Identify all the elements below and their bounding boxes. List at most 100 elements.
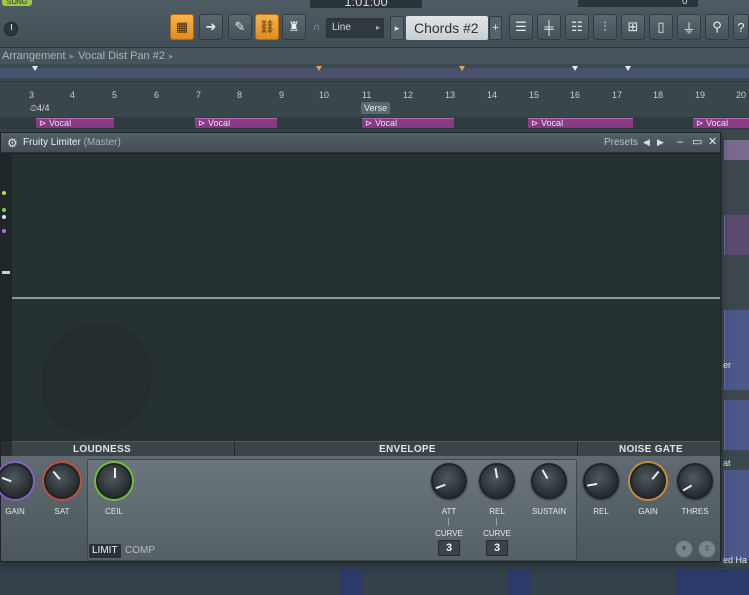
gate-release-knob[interactable]	[583, 463, 619, 499]
channel-rack-button[interactable]: ☷	[565, 14, 589, 40]
browser-button[interactable]: ⊞	[621, 14, 645, 40]
attack-curve-stepper[interactable]: 3	[438, 540, 460, 556]
slider-value: 0	[682, 0, 688, 7]
chevron-right-icon: ▸	[375, 23, 380, 32]
plugin-title-bar[interactable]: ⚙ Fruity Limiter (Master) Presets ◀ ▶ – …	[1, 133, 720, 152]
ceil-knob[interactable]	[96, 463, 132, 499]
audio-clip[interactable]: ⊳ Vocal	[528, 118, 633, 128]
audio-clip[interactable]: ⊳ Vocal	[362, 118, 454, 128]
bar-number: 12	[403, 90, 414, 100]
gate-mode-updown-button[interactable]: ⇕	[698, 540, 716, 558]
tempo-button[interactable]: ⚲	[705, 14, 729, 40]
knob-pointer	[682, 484, 693, 492]
knob-pointer	[541, 469, 549, 480]
gain-knob[interactable]	[0, 463, 33, 499]
playlist-overview[interactable]	[0, 64, 749, 82]
mixer-button[interactable]: ⫶	[593, 14, 617, 40]
audio-clip[interactable]: ⊳ Vocal	[195, 118, 277, 128]
connector-line	[496, 518, 497, 526]
gate-release-label: REL	[593, 507, 609, 516]
clip-arrow-icon: ⊳	[198, 118, 209, 128]
vocal-track-lane[interactable]: ⊳ Vocal ⊳ Vocal ⊳ Vocal ⊳ Vocal ⊳ Vocal	[0, 117, 749, 129]
release-curve-label: CURVE	[483, 529, 511, 538]
loudness-section-label[interactable]: LOUDNESS	[73, 442, 131, 457]
playlist-button[interactable]: ☰	[509, 14, 533, 40]
preset-next-icon[interactable]: ▶	[657, 133, 664, 152]
breadcrumb-track[interactable]: Vocal Dist Pan #2	[78, 50, 165, 62]
pattern-add-button[interactable]: +	[489, 16, 502, 40]
release-curve-stepper[interactable]: 3	[486, 540, 508, 556]
gate-mode-down-button[interactable]: ▼	[675, 540, 693, 558]
attack-label: ATT	[441, 507, 457, 516]
knob-pointer	[114, 468, 116, 478]
time-display: 1:01:00	[310, 0, 422, 8]
step-sequencer-button[interactable]: ╪	[537, 14, 561, 40]
track-clip[interactable]	[340, 569, 362, 595]
marker-flag-icon	[316, 66, 322, 71]
pencil-button[interactable]: ✎	[228, 14, 252, 40]
indicator-dot	[2, 208, 6, 212]
limit-mode-tab[interactable]: LIMIT	[89, 544, 121, 558]
marker-flag-icon	[572, 66, 578, 71]
track-clip[interactable]	[724, 310, 749, 390]
pattern-selector[interactable]: Chords #2	[406, 16, 488, 40]
link-button[interactable]: ⛓	[255, 14, 279, 40]
time-signature-label: 4/4	[37, 103, 50, 113]
attack-knob[interactable]	[431, 463, 467, 499]
section-divider	[577, 442, 578, 457]
plugin-host: (Master)	[83, 137, 121, 148]
envelope-section-label[interactable]: ENVELOPE	[379, 442, 436, 457]
updown-icon: ⇕	[703, 544, 711, 553]
master-pitch-slider[interactable]: 0	[578, 0, 698, 7]
clock-icon: ⏲	[30, 103, 38, 113]
release-knob[interactable]	[479, 463, 515, 499]
bar-number: 20	[736, 90, 747, 100]
track-clip[interactable]	[675, 569, 749, 595]
comp-mode-tab[interactable]: COMP	[122, 544, 158, 558]
marker-flag-icon	[625, 66, 631, 71]
help-button[interactable]: ?	[733, 14, 749, 40]
stamp-button[interactable]: ♜	[282, 14, 306, 40]
gate-gain-knob[interactable]	[630, 463, 666, 499]
snap-mode-select[interactable]: Line ▸	[326, 18, 384, 38]
track-clip[interactable]	[724, 400, 749, 450]
track-clip[interactable]	[508, 569, 530, 595]
audio-clip[interactable]: ⊳ Vocal	[693, 118, 749, 128]
master-volume-knob[interactable]	[4, 22, 18, 36]
ceil-label: CEIL	[105, 507, 123, 516]
minimize-icon[interactable]: –	[677, 133, 683, 152]
pattern-prev-button[interactable]: ▸	[390, 16, 404, 40]
plugin-left-edge	[1, 153, 12, 441]
plugin-button[interactable]: ⏚	[677, 14, 701, 40]
timeline-ruler[interactable]: 3 4 5 6 7 8 9 10 11 12 13 14 15 16 17 18…	[0, 84, 749, 116]
bar-number: 5	[112, 90, 118, 100]
track-clip[interactable]	[724, 215, 749, 255]
sat-knob[interactable]	[44, 463, 80, 499]
clip-arrow-icon: ⊳	[531, 118, 542, 128]
preset-prev-icon[interactable]: ◀	[643, 133, 650, 152]
attack-curve-label: CURVE	[435, 529, 463, 538]
track-clip-label: ed Ha	[723, 555, 748, 565]
limiter-graph-display[interactable]	[12, 153, 720, 441]
time-signature-marker[interactable]: ⏲4/4	[30, 103, 50, 114]
channel-rack-icon: ☷	[571, 19, 583, 34]
maximize-icon[interactable]: ▭	[692, 133, 702, 152]
close-icon[interactable]: ✕	[708, 133, 717, 152]
song-mode-button[interactable]: SONG	[2, 0, 32, 6]
track-clip-label: at	[723, 458, 731, 468]
main-toolbar: SONG 1:01:00 ▦ ➜ ✎ ⛓ ♜ ∩ Line ▸ ▸ Chords…	[0, 0, 749, 48]
piano-keyboard-button[interactable]: ▦	[170, 14, 194, 40]
track-waveform-clip[interactable]	[724, 140, 749, 160]
track-clip[interactable]	[724, 470, 749, 560]
sustain-knob[interactable]	[531, 463, 567, 499]
gate-threshold-knob[interactable]	[677, 463, 713, 499]
files-button[interactable]: ▯	[649, 14, 673, 40]
plug-icon: ⏚	[682, 20, 696, 36]
noise-gate-section-label[interactable]: NOISE GATE	[619, 442, 683, 457]
gear-icon[interactable]: ⚙	[7, 134, 18, 153]
presets-button[interactable]: Presets	[604, 133, 638, 152]
breadcrumb-arrangement[interactable]: Arrangement	[2, 50, 66, 62]
audio-clip[interactable]: ⊳ Vocal	[36, 118, 114, 128]
arrow-button[interactable]: ➜	[199, 14, 223, 40]
verse-marker[interactable]: Verse	[361, 102, 391, 114]
